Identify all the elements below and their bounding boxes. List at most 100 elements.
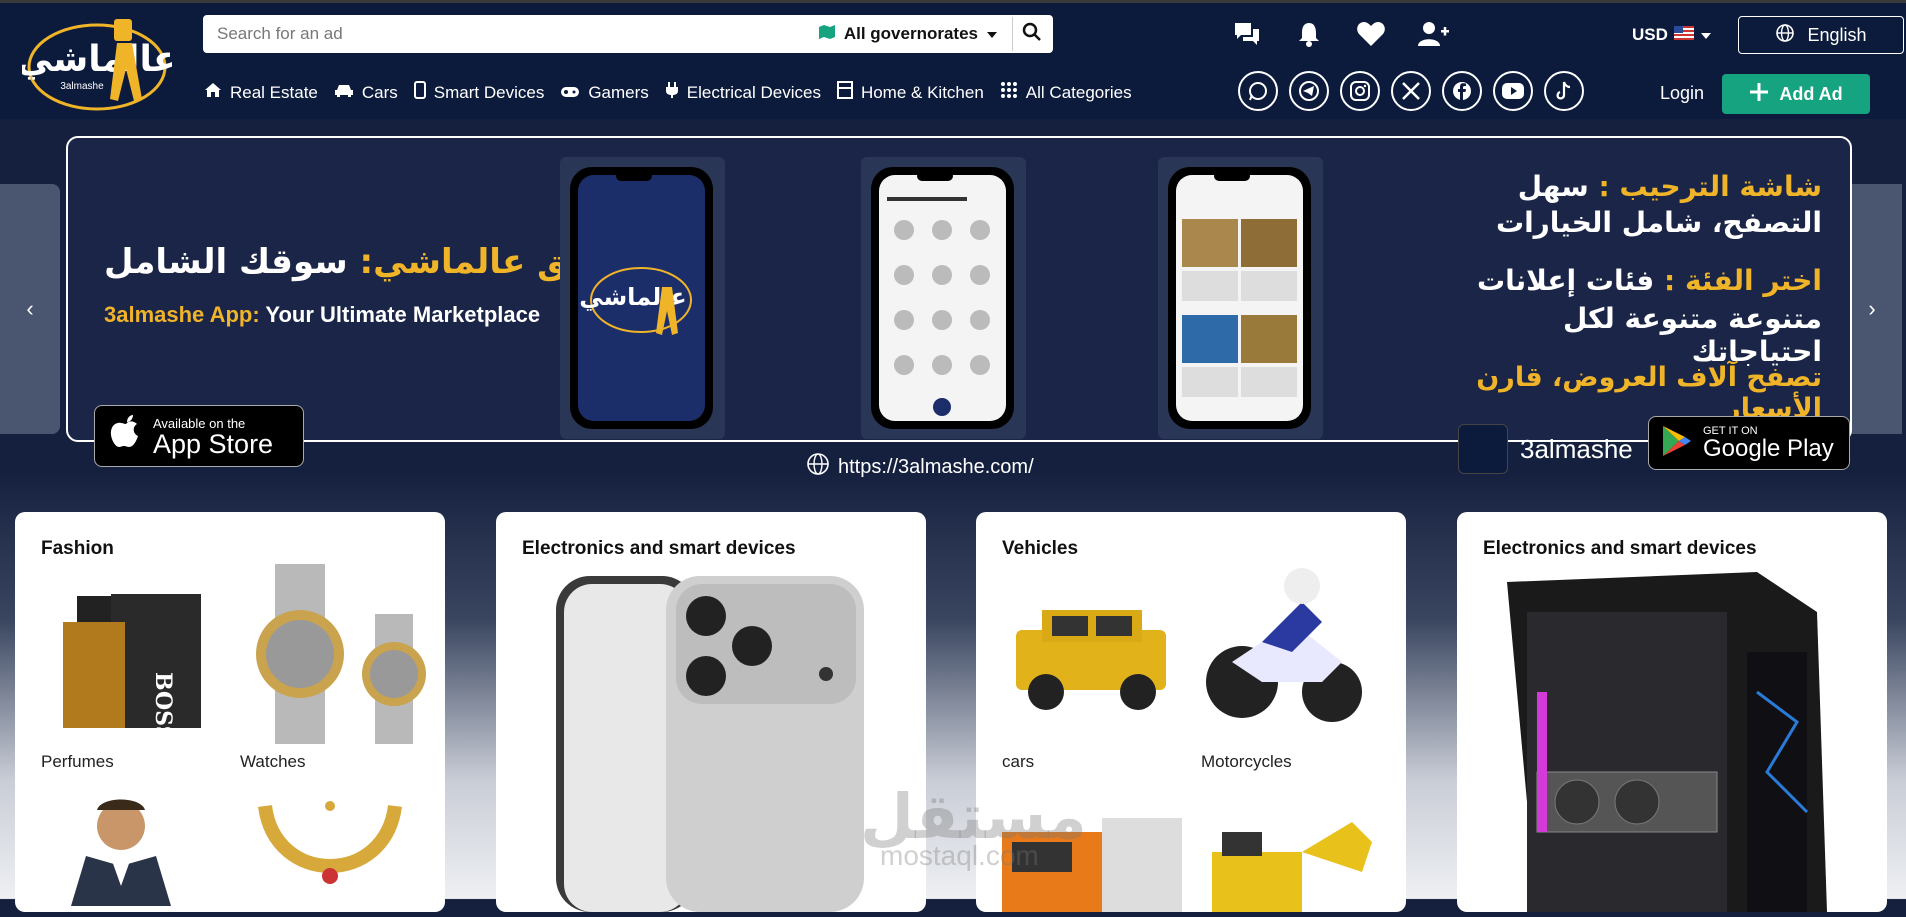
motorcycle-image[interactable] xyxy=(1202,562,1372,732)
map-icon xyxy=(818,23,836,46)
nav-label: Home & Kitchen xyxy=(860,82,984,102)
banner-line-3: اختر الفئة : فئات إعلانات xyxy=(1476,264,1822,297)
card-title: Electronics and smart devices xyxy=(1483,538,1757,559)
category-card-electronics-2[interactable]: Electronics and smart devices xyxy=(1457,512,1887,912)
google-play-badge[interactable]: GET IT ON Google Play xyxy=(1648,416,1850,470)
site-logo[interactable]: عالماشي 3almashe xyxy=(16,9,178,119)
appstore-big-text: App Store xyxy=(153,428,274,459)
nav-label: Electrical Devices xyxy=(686,82,821,102)
splash-logo-image: عالماشي xyxy=(579,267,692,335)
nav-real-estate[interactable]: Real Estate xyxy=(204,81,318,104)
heart-icon[interactable] xyxy=(1354,17,1388,51)
governorate-label: All governorates xyxy=(843,24,978,43)
governorate-select[interactable]: All governorates xyxy=(818,23,1012,46)
watermark-sub: mostaql.com xyxy=(880,840,1039,871)
chevron-down-icon xyxy=(1700,25,1712,45)
phone-icon xyxy=(413,81,426,104)
banner-line-5: تصفح آلاف العروض، قارن الأسعار xyxy=(1476,362,1822,424)
search-button[interactable] xyxy=(1012,17,1051,51)
nav-cars[interactable]: Cars xyxy=(334,81,398,104)
chevron-right-icon: › xyxy=(1868,296,1876,321)
plus-icon xyxy=(1749,82,1769,107)
banner-brand: 3almashe xyxy=(1458,424,1633,474)
excavator-image[interactable] xyxy=(1202,812,1382,912)
search-input[interactable] xyxy=(205,18,818,50)
iphone-image[interactable] xyxy=(556,576,876,912)
category-card-fashion[interactable]: Fashion BOSS Perfumes Watches xyxy=(15,512,445,912)
us-flag-icon xyxy=(1673,25,1694,45)
chevron-left-icon: ‹ xyxy=(26,296,34,321)
card-item-label[interactable]: Perfumes xyxy=(41,752,114,772)
currency-label: USD xyxy=(1632,25,1668,44)
social-links xyxy=(1238,71,1584,111)
nav-label: Smart Devices xyxy=(433,82,545,102)
add-ad-label: Add Ad xyxy=(1779,83,1843,104)
plug-icon xyxy=(665,81,679,104)
svg-text:BOSS: BOSS xyxy=(150,672,176,732)
apple-icon xyxy=(109,414,143,459)
tiktok-icon[interactable] xyxy=(1544,71,1584,111)
globe-icon xyxy=(1775,23,1795,48)
whatsapp-icon[interactable] xyxy=(1238,71,1278,111)
gamepad-icon xyxy=(560,83,580,103)
banner-line-4: متنوعة متنوعة لكل احتياجاتك xyxy=(1563,302,1822,368)
home-icon xyxy=(204,82,222,103)
category-nav: Real Estate Cars Smart Devices Gamers El… xyxy=(204,81,1132,104)
car-image[interactable] xyxy=(1002,600,1178,720)
youtube-icon[interactable] xyxy=(1493,71,1533,111)
card-item-label[interactable]: Watches xyxy=(240,752,306,772)
url-text: https://3almashe.com/ xyxy=(838,455,1034,478)
language-label: English xyxy=(1807,24,1867,45)
x-icon[interactable] xyxy=(1391,71,1431,111)
gaming-pc-image[interactable] xyxy=(1497,572,1847,912)
card-title: Vehicles xyxy=(1002,538,1079,559)
logo-text: عالماشي xyxy=(22,39,172,80)
banner-line-2: التصفح، شامل الخيارات xyxy=(1495,206,1822,239)
carousel-prev-button[interactable]: ‹ xyxy=(0,184,60,434)
phone-mockup-categories xyxy=(861,157,1026,439)
brand-logo-tile xyxy=(1458,424,1508,474)
notification-bell-icon[interactable] xyxy=(1292,17,1326,51)
nav-all-categories[interactable]: All Categories xyxy=(1000,81,1132,104)
mens-fashion-image[interactable] xyxy=(61,796,181,906)
search-icon xyxy=(1022,22,1042,47)
chat-icon[interactable] xyxy=(1230,17,1264,51)
gplay-big-text: Google Play xyxy=(1703,435,1834,462)
add-ad-button[interactable]: Add Ad xyxy=(1722,74,1870,114)
facebook-icon[interactable] xyxy=(1442,71,1482,111)
nav-electrical-devices[interactable]: Electrical Devices xyxy=(665,81,821,104)
nav-label: All Categories xyxy=(1025,82,1132,102)
phone-mockup-splash: عالماشي xyxy=(560,157,725,439)
chevron-down-icon xyxy=(986,24,998,44)
currency-select[interactable]: USD xyxy=(1632,25,1712,45)
logo-sub: 3almashe xyxy=(60,81,104,92)
banner-english-subtitle: 3almashe App: Your Ultimate Marketplace xyxy=(104,302,541,327)
banner-line-1: شاشة الترحيب : سهل xyxy=(1517,170,1822,203)
car-icon xyxy=(334,83,354,103)
profile-screen-image xyxy=(1182,219,1297,397)
add-user-icon[interactable] xyxy=(1416,17,1450,51)
card-item-label[interactable]: cars xyxy=(1002,752,1034,772)
language-button[interactable]: English xyxy=(1738,16,1904,54)
jewelry-image[interactable] xyxy=(245,796,415,906)
globe-icon xyxy=(806,452,830,482)
nav-smart-devices[interactable]: Smart Devices xyxy=(413,81,545,104)
instagram-icon[interactable] xyxy=(1340,71,1380,111)
app-store-badge[interactable]: Available on the App Store xyxy=(94,405,304,467)
categories-screen-image xyxy=(887,197,990,416)
play-store-icon xyxy=(1661,424,1693,463)
nav-gamers[interactable]: Gamers xyxy=(560,81,649,104)
grid-icon xyxy=(1000,81,1018,104)
telegram-icon[interactable] xyxy=(1289,71,1329,111)
perfume-image[interactable]: BOSS xyxy=(41,582,211,741)
banner-url[interactable]: https://3almashe.com/ xyxy=(806,452,1034,482)
nav-label: Cars xyxy=(361,82,398,102)
card-title: Electronics and smart devices xyxy=(522,538,796,559)
nav-home-kitchen[interactable]: Home & Kitchen xyxy=(836,81,984,104)
brand-text: 3almashe xyxy=(1520,433,1633,464)
nav-label: Gamers xyxy=(588,82,649,102)
login-link[interactable]: Login xyxy=(1660,83,1704,104)
card-item-label[interactable]: Motorcycles xyxy=(1201,752,1292,772)
watches-image[interactable] xyxy=(237,564,437,744)
site-header: عالماشي 3almashe All governorates xyxy=(0,3,1906,119)
